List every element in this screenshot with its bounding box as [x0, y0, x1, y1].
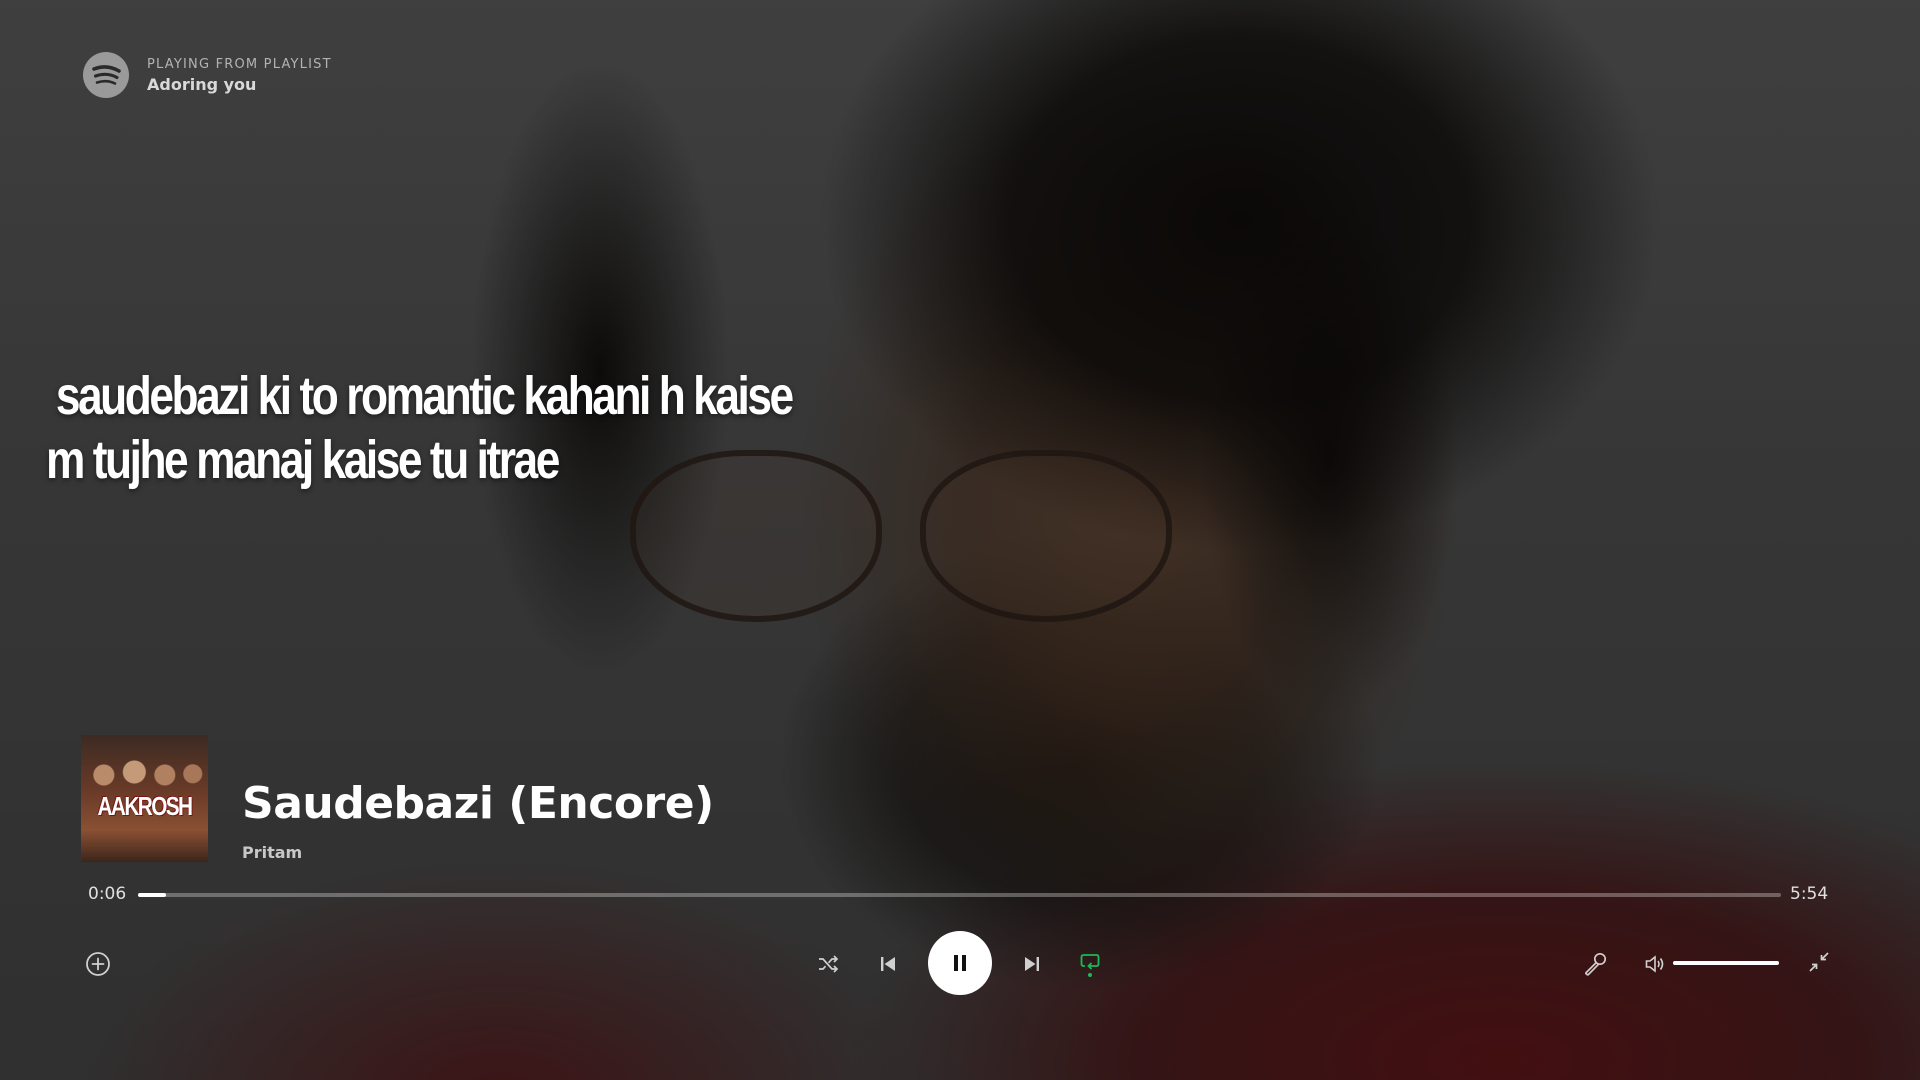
shuffle-button[interactable]: [814, 950, 842, 978]
shuffle-icon: [819, 955, 839, 973]
volume-button[interactable]: [1643, 952, 1667, 976]
volume-slider[interactable]: [1673, 961, 1779, 965]
minimize-icon: [1809, 952, 1829, 972]
volume-fill: [1673, 961, 1779, 965]
progress-fill: [138, 893, 166, 897]
volume-icon: [1645, 955, 1664, 973]
repeat-button[interactable]: [1075, 948, 1105, 980]
pause-button[interactable]: [928, 931, 992, 995]
playlist-link[interactable]: Adoring you: [147, 75, 332, 94]
spotify-logo-icon: [83, 52, 129, 98]
exit-fullscreen-button[interactable]: [1804, 947, 1834, 977]
progress-bar[interactable]: [138, 893, 1781, 897]
lyrics-display: saudebazi ki to romantic kahani h kaise …: [46, 364, 794, 492]
total-duration: 5:54: [1790, 884, 1829, 904]
repeat-icon: [1080, 954, 1100, 970]
skip-next-icon: [1025, 957, 1039, 971]
track-title[interactable]: Saudebazi (Encore): [242, 778, 714, 829]
elapsed-time: 0:06: [88, 884, 127, 904]
playing-from-label: PLAYING FROM PLAYLIST: [147, 56, 332, 72]
lyrics-line: saudebazi ki to romantic kahani h kaise: [46, 366, 794, 426]
add-to-library-button[interactable]: [82, 948, 114, 980]
album-cover-text: AAKROSH: [97, 791, 194, 821]
lyrics-button[interactable]: [1580, 949, 1610, 979]
playing-from-header: PLAYING FROM PLAYLIST Adoring you: [83, 52, 332, 98]
artist-link[interactable]: Pritam: [242, 843, 302, 862]
microphone-icon: [1585, 952, 1607, 976]
pause-icon: [954, 955, 966, 971]
lyrics-line: m tujhe manaj kaise tu itrae: [46, 430, 560, 490]
background-dim-overlay: [0, 0, 1920, 1080]
previous-track-button[interactable]: [874, 950, 902, 978]
fullscreen-player: PLAYING FROM PLAYLIST Adoring you saudeb…: [0, 0, 1920, 1080]
next-track-button[interactable]: [1018, 950, 1046, 978]
add-circle-icon: [86, 952, 110, 976]
album-cover[interactable]: AAKROSH: [81, 735, 208, 862]
skip-previous-icon: [881, 957, 895, 971]
repeat-active-indicator: [1088, 973, 1092, 977]
